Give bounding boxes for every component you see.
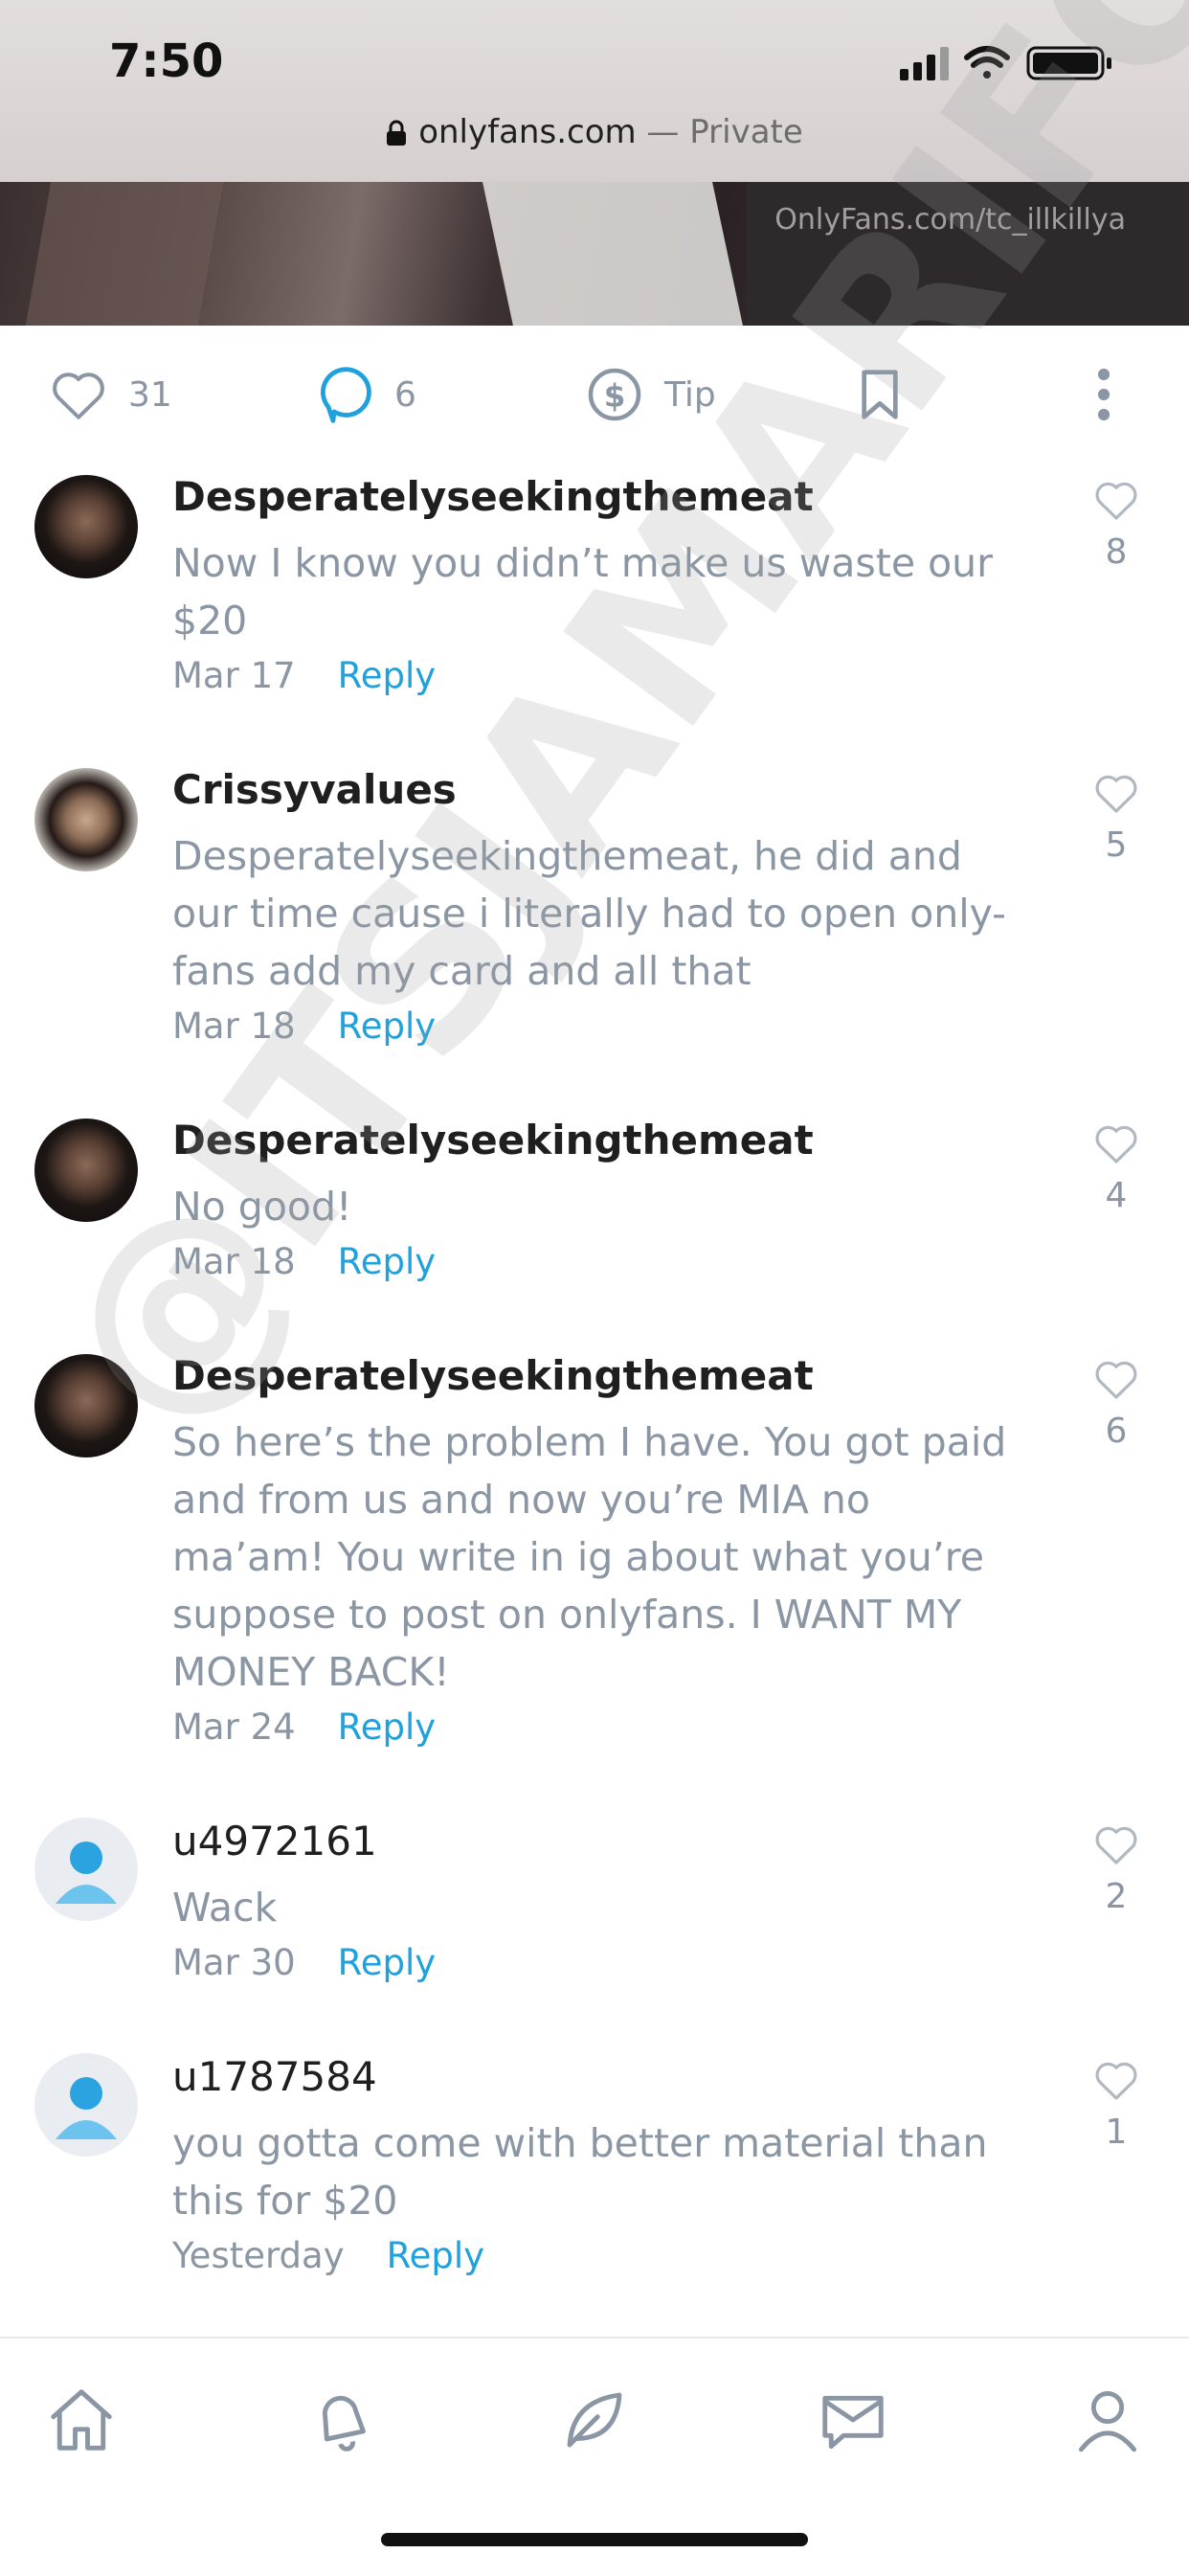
comment-date: Mar 18 xyxy=(172,1241,296,1282)
comment-meta: Mar 18 Reply xyxy=(172,1006,436,1047)
avatar[interactable] xyxy=(34,1354,138,1457)
home-indicator[interactable] xyxy=(381,2533,808,2546)
tip-label: Tip xyxy=(664,374,716,415)
more-vertical-icon xyxy=(1097,368,1110,421)
comment-text: Now I know you didn’t make us waste our … xyxy=(172,540,994,644)
comment-like-count: 6 xyxy=(1105,1412,1128,1451)
nav-messages[interactable] xyxy=(810,2377,896,2463)
comment-icon xyxy=(321,367,371,423)
battery-icon xyxy=(1026,46,1111,80)
comment-meta: Mar 24 Reply xyxy=(172,1706,436,1748)
comment-like-button[interactable]: 8 xyxy=(1091,479,1141,572)
comment-author[interactable]: Desperatelyseekingthemeat xyxy=(172,473,814,520)
avatar[interactable] xyxy=(34,2053,138,2157)
avatar[interactable] xyxy=(34,768,138,871)
heart-icon xyxy=(1095,1125,1137,1164)
comment-date: Mar 30 xyxy=(172,1942,296,1983)
comment-author[interactable]: u4972161 xyxy=(172,1818,377,1864)
comment-text: you gotta come with better material than… xyxy=(172,2120,988,2224)
comment-like-button[interactable]: 2 xyxy=(1091,1823,1141,1916)
url-separator: — xyxy=(636,113,690,151)
comments-count: 6 xyxy=(394,374,416,415)
reply-button[interactable]: Reply xyxy=(338,1942,436,1983)
comment-like-count: 8 xyxy=(1105,532,1128,572)
comment-author[interactable]: Crissyvalues xyxy=(172,766,457,813)
bell-icon xyxy=(322,2395,366,2452)
status-icons xyxy=(900,44,1130,82)
comment-meta: Mar 18 Reply xyxy=(172,1241,436,1282)
signal-icon xyxy=(900,47,949,80)
comment-like-count: 4 xyxy=(1105,1176,1128,1215)
leaf-icon xyxy=(567,2392,622,2448)
nav-explore[interactable] xyxy=(551,2377,638,2463)
heart-icon xyxy=(1095,2062,1137,2100)
comment-meta: Yesterday Reply xyxy=(172,2235,484,2276)
default-user-icon xyxy=(56,2077,117,2139)
comment-like-button[interactable]: 5 xyxy=(1091,772,1141,865)
comment-like-count: 1 xyxy=(1105,2113,1128,2152)
svg-text:$: $ xyxy=(604,378,626,415)
url-domain: onlyfans.com xyxy=(418,113,637,151)
comment-text: Desperatelyseekingthemeat, he did and ou… xyxy=(172,833,1006,994)
reply-button[interactable]: Reply xyxy=(338,1006,436,1047)
heart-icon xyxy=(1095,775,1137,813)
like-button[interactable]: 31 xyxy=(50,368,172,421)
comment-text: So here’s the problem I have. You got pa… xyxy=(172,1419,1007,1695)
comment-meta: Mar 30 Reply xyxy=(172,1942,436,1983)
status-bar: 7:50 onlyfans.com — Private xyxy=(0,0,1189,182)
nav-notifications[interactable] xyxy=(299,2377,385,2463)
comment-text: Wack xyxy=(172,1885,278,1931)
default-user-icon xyxy=(56,1842,117,1904)
heart-icon xyxy=(1095,482,1137,520)
nav-profile[interactable] xyxy=(1065,2377,1151,2463)
dollar-circle-icon: $ xyxy=(588,368,641,421)
reply-button[interactable]: Reply xyxy=(338,655,436,696)
likes-count: 31 xyxy=(128,374,172,415)
comment-date: Mar 24 xyxy=(172,1706,296,1748)
tip-button[interactable]: $ Tip xyxy=(586,368,716,421)
bookmark-icon xyxy=(862,370,898,419)
avatar[interactable] xyxy=(34,1818,138,1921)
message-icon xyxy=(822,2395,884,2450)
post-media[interactable]: OnlyFans.com/tc_illkillya xyxy=(0,182,1189,326)
heart-icon xyxy=(53,373,104,419)
avatar[interactable] xyxy=(34,475,138,578)
reply-button[interactable]: Reply xyxy=(338,1706,436,1748)
user-icon xyxy=(1078,2390,1137,2452)
comment-meta: Mar 17 Reply xyxy=(172,655,436,696)
bookmark-button[interactable] xyxy=(858,368,923,421)
comments-button[interactable]: 6 xyxy=(318,367,416,423)
media-watermark: OnlyFans.com/tc_illkillya xyxy=(774,203,1126,237)
post-actions: 31 6 $ Tip xyxy=(0,326,1189,460)
avatar[interactable] xyxy=(34,1119,138,1222)
comment-like-button[interactable]: 1 xyxy=(1091,2059,1141,2152)
more-options-button[interactable] xyxy=(1089,368,1139,421)
comment-like-count: 5 xyxy=(1105,825,1128,865)
wifi-icon xyxy=(964,46,1010,79)
url-private: Private xyxy=(689,113,803,151)
comment-date: Mar 17 xyxy=(172,655,296,696)
reply-button[interactable]: Reply xyxy=(387,2235,484,2276)
comment-author[interactable]: Desperatelyseekingthemeat xyxy=(172,1352,814,1399)
comment-date: Mar 18 xyxy=(172,1006,296,1047)
comment-text: No good! xyxy=(172,1184,352,1230)
comment-date: Yesterday xyxy=(172,2235,345,2276)
comment-author[interactable]: u1787584 xyxy=(172,2053,377,2100)
nav-home[interactable] xyxy=(38,2377,124,2463)
comment-author[interactable]: Desperatelyseekingthemeat xyxy=(172,1117,814,1164)
url-bar[interactable]: onlyfans.com — Private xyxy=(0,113,1189,155)
comment-like-button[interactable]: 4 xyxy=(1091,1122,1141,1215)
comment-like-count: 2 xyxy=(1105,1877,1128,1916)
home-icon xyxy=(51,2389,112,2451)
comment-like-button[interactable]: 6 xyxy=(1091,1358,1141,1451)
lock-icon xyxy=(386,117,407,155)
reply-button[interactable]: Reply xyxy=(338,1241,436,1282)
heart-icon xyxy=(1095,1361,1137,1399)
status-time: 7:50 xyxy=(109,34,224,88)
heart-icon xyxy=(1095,1826,1137,1864)
